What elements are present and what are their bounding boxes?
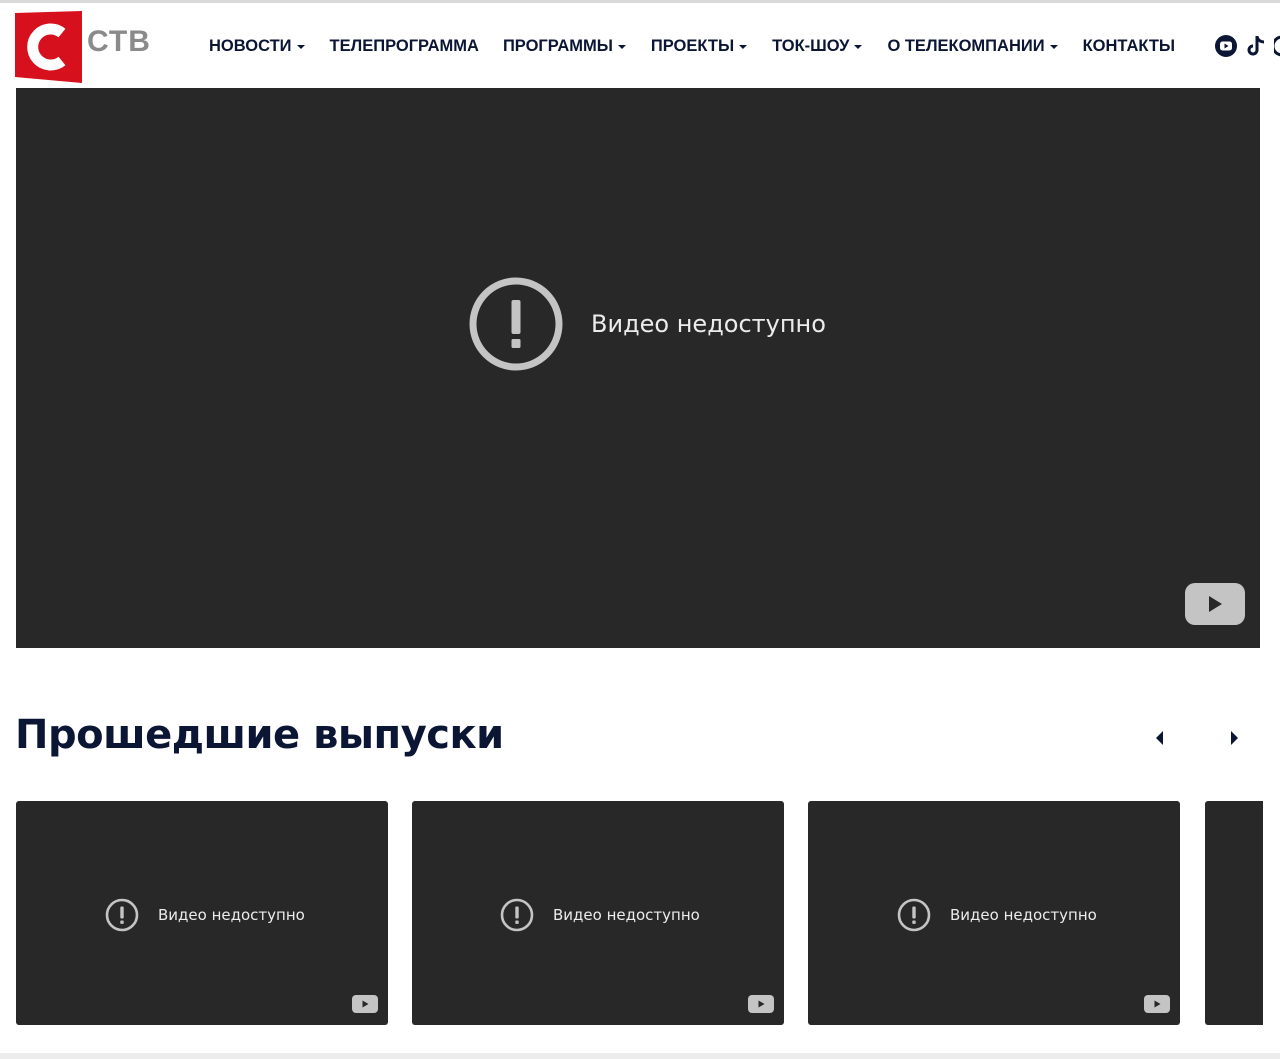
video-unavailable-text: Видео недоступно bbox=[950, 906, 1097, 924]
main-nav: НОВОСТИ ТЕЛЕПРОГРАММА ПРОГРАММЫ ПРОЕКТЫ … bbox=[209, 34, 1175, 58]
nav-item-label: ПРОГРАММЫ bbox=[502, 36, 613, 55]
error-icon bbox=[897, 898, 931, 932]
site-header: СТВ НОВОСТИ ТЕЛЕПРОГРАММА ПРОГРАММЫ ПРОЕ… bbox=[0, 3, 1280, 88]
episode-video-card[interactable]: Видео недоступно bbox=[808, 801, 1180, 1025]
stv-logo[interactable]: СТВ bbox=[15, 11, 160, 83]
bottom-cutoff-strip bbox=[0, 1045, 1280, 1059]
caret-down-icon bbox=[854, 45, 863, 49]
video-unavailable-message: Видео недоступно bbox=[105, 898, 305, 932]
nav-item-programmy[interactable]: ПРОГРАММЫ bbox=[503, 37, 626, 56]
episode-video-card-partial[interactable] bbox=[1205, 801, 1263, 1025]
youtube-icon[interactable] bbox=[1215, 35, 1237, 57]
main-video-player[interactable]: Видео недоступно bbox=[16, 88, 1260, 648]
caret-down-icon bbox=[617, 45, 626, 49]
nav-item-label: ПРОЕКТЫ bbox=[650, 36, 735, 55]
nav-item-label: ТЕЛЕПРОГРАММА bbox=[329, 36, 479, 55]
video-unavailable-message: Видео недоступно bbox=[897, 898, 1097, 932]
video-unavailable-message: Видео недоступно bbox=[468, 276, 826, 372]
nav-item-tok-shou[interactable]: ТОК-ШОУ bbox=[772, 36, 863, 56]
logo-mark bbox=[15, 11, 82, 83]
error-icon bbox=[500, 898, 534, 932]
nav-item-o-telekompanii[interactable]: О ТЕЛЕКОМПАНИИ bbox=[887, 36, 1058, 56]
arrow-right-icon bbox=[1231, 731, 1238, 745]
video-unavailable-text: Видео недоступно bbox=[553, 906, 700, 924]
caret-down-icon bbox=[1049, 45, 1058, 49]
caret-down-icon bbox=[296, 45, 305, 49]
error-icon bbox=[469, 277, 563, 371]
error-icon bbox=[105, 898, 139, 932]
episode-video-card[interactable]: Видео недоступно bbox=[16, 801, 388, 1025]
past-episodes-title: Прошедшие выпуски bbox=[15, 712, 504, 758]
nav-item-label: КОНТАКТЫ bbox=[1082, 36, 1176, 55]
youtube-play-icon[interactable] bbox=[748, 995, 774, 1013]
youtube-play-icon[interactable] bbox=[1185, 583, 1245, 625]
episode-video-card[interactable]: Видео недоступно bbox=[412, 801, 784, 1025]
nav-item-label: О ТЕЛЕКОМПАНИИ bbox=[887, 36, 1045, 55]
caret-down-icon bbox=[739, 45, 748, 49]
video-unavailable-text: Видео недоступно bbox=[158, 906, 305, 924]
carousel-next-button[interactable] bbox=[1222, 726, 1246, 750]
video-unavailable-text: Видео недоступно bbox=[591, 310, 826, 338]
video-unavailable-message: Видео недоступно bbox=[500, 898, 700, 932]
arrow-left-icon bbox=[1156, 731, 1163, 745]
carousel-prev-button[interactable] bbox=[1148, 726, 1172, 750]
nav-item-teleprogramma[interactable]: ТЕЛЕПРОГРАММА bbox=[330, 37, 479, 56]
youtube-play-icon[interactable] bbox=[1144, 995, 1170, 1013]
nav-item-novosti[interactable]: НОВОСТИ bbox=[209, 37, 305, 56]
nav-item-proekty[interactable]: ПРОЕКТЫ bbox=[650, 36, 748, 56]
nav-item-kontakty[interactable]: КОНТАКТЫ bbox=[1083, 37, 1176, 56]
tiktok-icon[interactable] bbox=[1246, 35, 1266, 57]
social-links bbox=[1215, 35, 1280, 57]
youtube-play-icon[interactable] bbox=[352, 995, 378, 1013]
nav-item-label: НОВОСТИ bbox=[209, 36, 292, 55]
social-icon-partial[interactable] bbox=[1274, 35, 1280, 57]
nav-item-label: ТОК-ШОУ bbox=[772, 36, 850, 55]
logo-text: СТВ bbox=[87, 25, 151, 58]
bottom-divider bbox=[0, 1053, 1280, 1059]
